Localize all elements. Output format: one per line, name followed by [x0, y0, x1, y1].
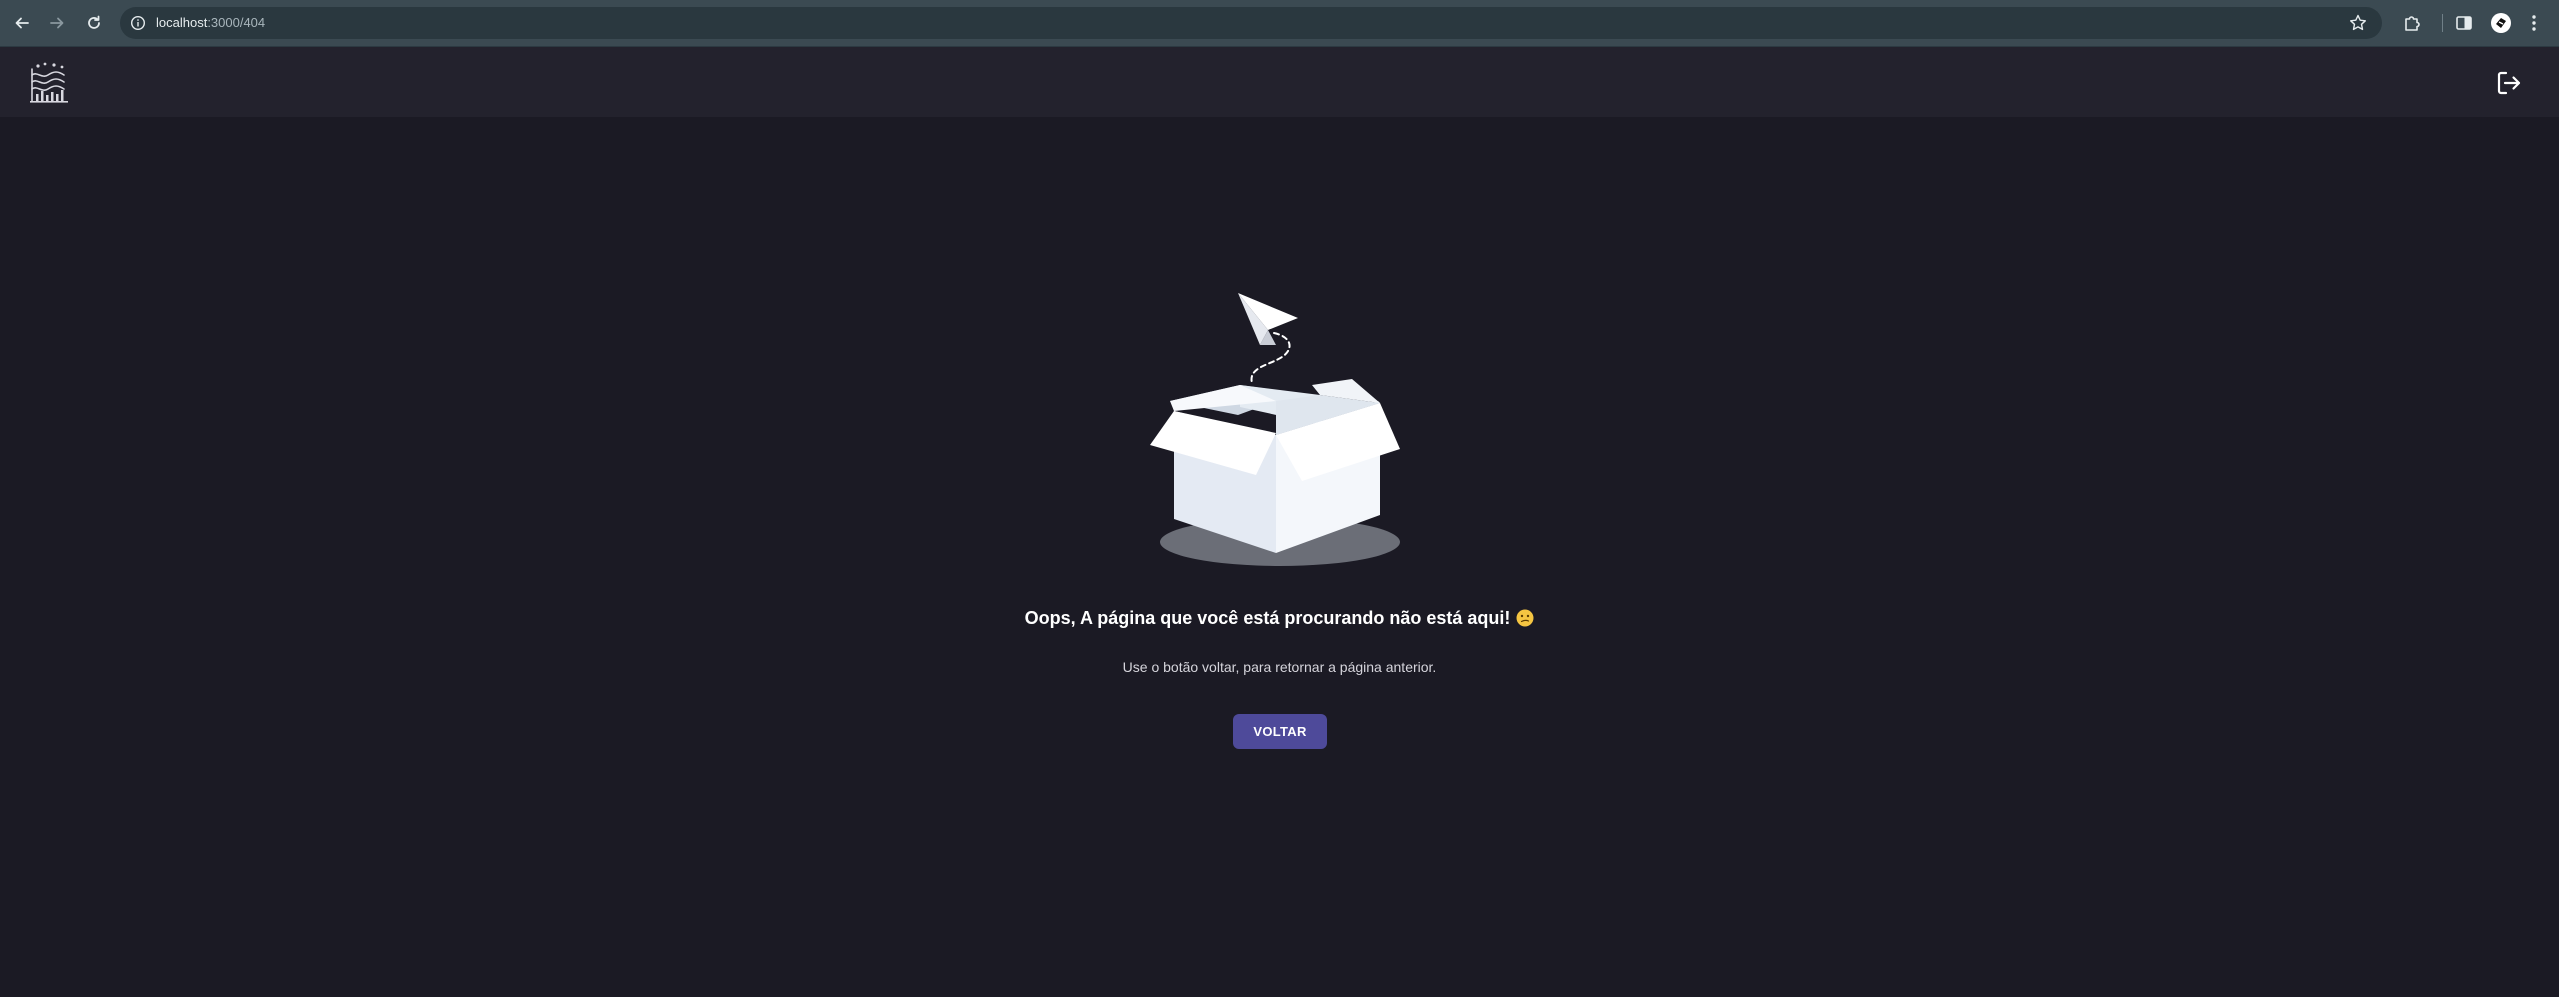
forward-arrow-icon[interactable]: [44, 10, 70, 36]
reload-icon[interactable]: [81, 10, 107, 36]
address-bar[interactable]: localhost:3000/404: [120, 7, 2382, 39]
bookmark-star-icon[interactable]: [2348, 13, 2368, 33]
error-description: Use o botão voltar, para retornar a pági…: [1122, 659, 1437, 675]
paper-plane-icon: [1238, 293, 1298, 345]
extensions-icon[interactable]: [2401, 12, 2423, 34]
browser-menu-icon[interactable]: [2523, 12, 2545, 34]
side-panel-icon[interactable]: [2453, 12, 2475, 34]
empty-box-paper-plane-illustration: [1150, 293, 1400, 566]
browser-toolbar: localhost:3000/404: [0, 0, 2559, 47]
logout-icon: [2497, 71, 2521, 95]
confused-face-icon: [1516, 609, 1534, 627]
url-path: :3000/404: [207, 15, 266, 30]
back-button[interactable]: VOLTAR: [1233, 714, 1327, 749]
chart-flag-logo-icon[interactable]: [26, 61, 72, 105]
site-info-icon[interactable]: [130, 15, 146, 31]
profile-avatar-icon[interactable]: [2490, 12, 2512, 34]
not-found-page: Oops, A página que você está procurando …: [0, 117, 2559, 997]
url-host: localhost: [156, 15, 208, 30]
back-arrow-icon[interactable]: [9, 10, 35, 36]
error-heading-text: Oops, A página que você está procurando …: [1024, 608, 1511, 628]
toolbar-divider: [2442, 14, 2443, 32]
error-heading: Oops, A página que você está procurando …: [0, 607, 2559, 629]
url-text: localhost:3000/404: [156, 15, 265, 31]
app-header: [0, 47, 2559, 117]
logout-button[interactable]: [2493, 67, 2525, 99]
